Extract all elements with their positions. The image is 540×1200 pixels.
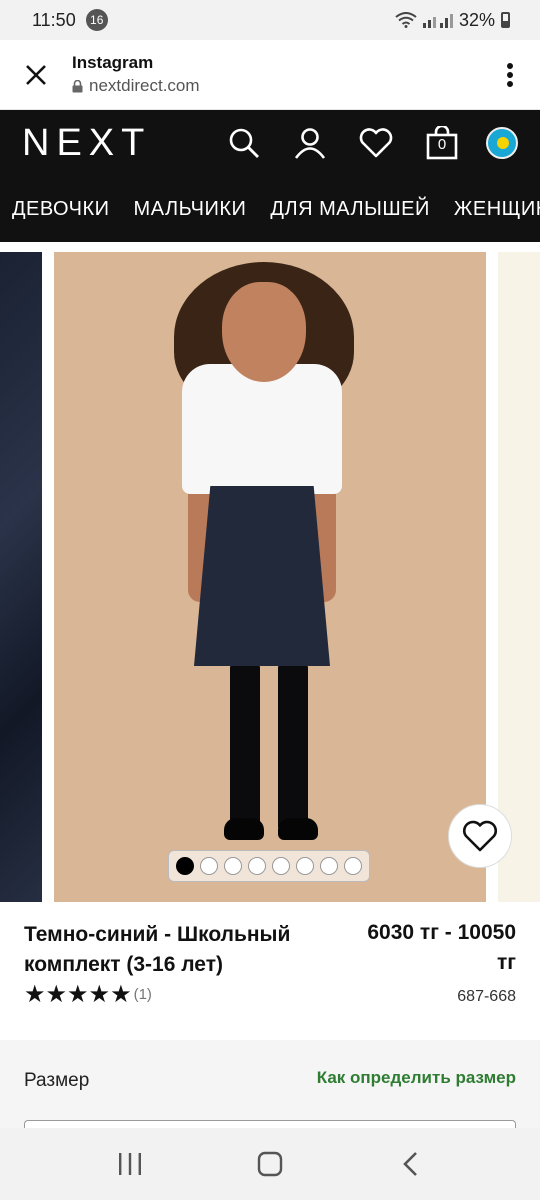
battery-percent: 32% <box>458 9 495 30</box>
next-slide-image[interactable] <box>498 252 540 902</box>
search-icon <box>229 128 259 158</box>
add-to-favourites-button[interactable] <box>448 804 512 868</box>
wifi-icon <box>395 12 417 28</box>
model-shoe-left <box>224 818 264 840</box>
status-bar: 11:50 16 32% <box>0 0 540 40</box>
model-shoe-right <box>278 818 318 840</box>
category-nav: ДЕВОЧКИ МАЛЬЧИКИ ДЛЯ МАЛЫШЕЙ ЖЕНЩИНЫ <box>0 176 540 242</box>
model-skirt <box>194 486 330 666</box>
model-face <box>222 282 306 382</box>
rating-count: (1) <box>133 986 152 1003</box>
size-guide-link[interactable]: Как определить размер <box>317 1068 516 1088</box>
status-indicators: 32% <box>395 10 510 31</box>
product-name: Темно-синий - Школьный комплект (3-16 ле… <box>24 923 291 976</box>
browser-page-title: Instagram <box>72 53 154 72</box>
url-block[interactable]: Instagram nextdirect.com <box>72 53 200 96</box>
gallery-pagination <box>168 850 370 882</box>
bag-count: 0 <box>437 136 447 153</box>
lock-icon <box>72 79 83 92</box>
bag-button[interactable]: 0 <box>420 121 464 165</box>
browser-domain: nextdirect.com <box>89 76 200 95</box>
category-women[interactable]: ЖЕНЩИНЫ <box>442 198 540 221</box>
product-gallery[interactable] <box>0 252 540 902</box>
user-icon <box>294 128 326 159</box>
size-label: Размер <box>24 1070 90 1091</box>
category-boys[interactable]: МАЛЬЧИКИ <box>122 198 259 221</box>
android-nav-bar <box>0 1128 540 1200</box>
product-price: 6030 тг - 10050 тг <box>367 921 516 974</box>
status-time: 11:50 <box>32 9 76 30</box>
gallery-dot[interactable] <box>296 857 314 875</box>
next-logo[interactable]: NEXT <box>22 122 151 165</box>
recents-button[interactable] <box>100 1134 160 1194</box>
back-icon <box>403 1152 417 1176</box>
country-flag-icon[interactable] <box>486 127 518 159</box>
account-button[interactable] <box>288 121 332 165</box>
search-button[interactable] <box>222 121 266 165</box>
heart-icon <box>463 820 497 852</box>
site-header: NEXT 0 <box>0 110 540 176</box>
product-image[interactable] <box>54 252 486 902</box>
close-browser-button[interactable] <box>0 40 72 110</box>
category-girls[interactable]: ДЕВОЧКИ <box>0 198 122 221</box>
battery-icon <box>501 12 510 28</box>
heart-icon <box>359 128 393 158</box>
product-rating[interactable]: ★★★★★ (1) <box>24 980 152 1009</box>
home-icon <box>257 1151 283 1177</box>
in-app-browser-bar: Instagram nextdirect.com <box>0 40 540 110</box>
gallery-dot[interactable] <box>344 857 362 875</box>
more-vert-icon <box>507 62 513 87</box>
previous-slide-image[interactable] <box>0 252 42 902</box>
favourites-button[interactable] <box>354 121 398 165</box>
gallery-dot[interactable] <box>200 857 218 875</box>
close-icon <box>26 64 46 85</box>
gallery-dot[interactable] <box>224 857 242 875</box>
browser-url: nextdirect.com <box>72 76 200 96</box>
gallery-dot[interactable] <box>272 857 290 875</box>
product-code: 687-668 <box>457 988 516 1005</box>
gallery-dot[interactable] <box>320 857 338 875</box>
header-icons: 0 <box>222 121 540 165</box>
home-button[interactable] <box>240 1134 300 1194</box>
signal-icon <box>422 14 453 28</box>
recents-icon <box>119 1153 141 1175</box>
model-leg-right <box>278 662 308 832</box>
model-blouse <box>182 364 342 494</box>
back-button[interactable] <box>380 1134 440 1194</box>
browser-menu-button[interactable] <box>480 40 540 110</box>
size-section: Размер Как определить размер <box>0 1040 540 1160</box>
category-baby[interactable]: ДЛЯ МАЛЫШЕЙ <box>258 198 441 221</box>
model-leg-left <box>230 662 260 832</box>
gallery-dot[interactable] <box>176 857 194 875</box>
gallery-dot[interactable] <box>248 857 266 875</box>
notification-count-badge: 16 <box>85 9 108 31</box>
rating-stars: ★★★★★ <box>24 981 132 1008</box>
